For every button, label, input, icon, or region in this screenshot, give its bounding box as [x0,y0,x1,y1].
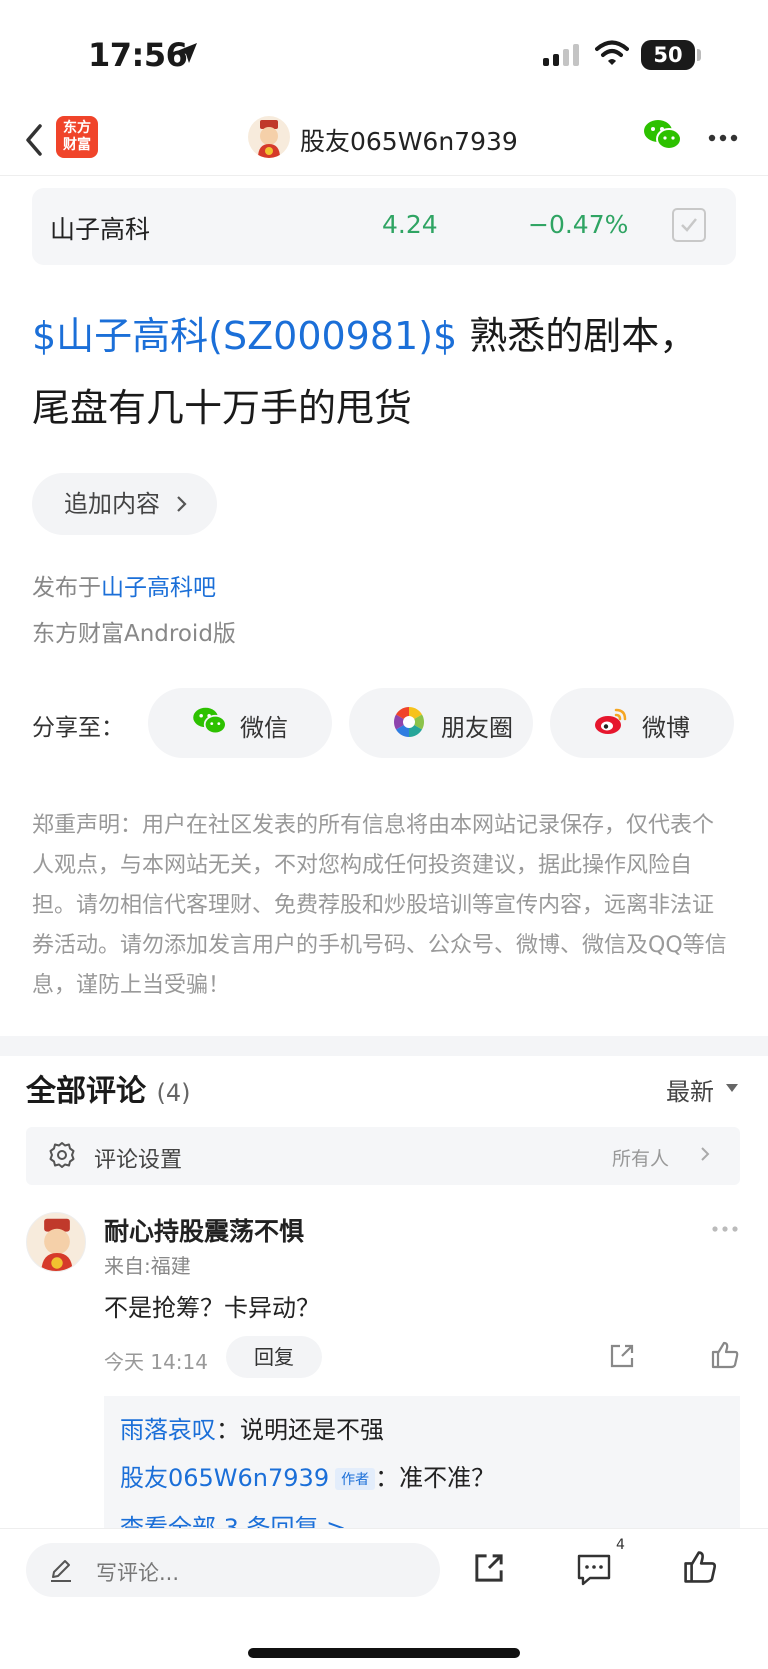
eastmoney-logo: 东方 财富 [56,116,98,158]
published-prefix: 发布于 [32,575,101,601]
nav-bar: 东方 财富 股友065W6n7939 [0,110,768,176]
stock-price: 4.24 [382,210,438,239]
status-time: 17:56 [88,36,188,74]
comments-count: (4) [156,1079,191,1107]
wechat-icon[interactable] [643,118,683,152]
avatar-figure-icon [41,1218,73,1271]
thumbs-up-icon[interactable] [710,1340,740,1370]
comment-settings-label: 评论设置 [94,1148,183,1173]
section-divider [0,1036,768,1056]
battery-indicator: 50 [641,40,695,70]
reply-separator: ： [216,1416,240,1444]
reply-item: 股友065W6n7939 作者 ：准不准？ [120,1458,495,1493]
share-moments-button[interactable]: 朋友圈 [349,688,533,758]
append-content-button[interactable]: 追加内容 [32,473,217,535]
comment-time: 今天 14:14 [104,1350,208,1374]
chevron-right-icon [701,1147,710,1161]
share-wechat-label: 微信 [240,714,288,742]
share-icon[interactable] [472,1551,506,1585]
share-wechat-button[interactable]: 微信 [148,688,332,758]
stock-quote-card[interactable]: 山子高科 4.24 −0.47% [32,188,736,265]
wechat-icon [193,707,227,735]
view-all-replies-link[interactable]: 查看全部 3 条回复 > [120,1508,346,1528]
stock-tag-link[interactable]: $山子高科(SZ000981)$ [32,314,457,358]
wifi-icon [595,40,629,65]
commenter-location: 来自:福建 [104,1254,191,1278]
thumbs-up-icon[interactable] [682,1549,718,1585]
post-source: 东方财富Android版 [32,621,236,647]
reply-separator: ： [375,1464,400,1492]
comment-placeholder: 写评论... [96,1561,180,1585]
chevron-left-icon[interactable] [22,120,46,160]
location-arrow-icon [177,43,197,63]
author-tag: 作者 [335,1468,376,1490]
commenter-avatar[interactable] [26,1212,86,1272]
home-indicator [248,1648,520,1658]
share-weibo-button[interactable]: 微博 [550,688,734,758]
reply-author[interactable]: 雨落哀叹 [120,1416,216,1444]
share-weibo-label: 微博 [642,714,690,742]
moments-icon [393,707,425,737]
avatar-figure-icon [258,120,280,158]
share-moments-label: 朋友圈 [441,714,513,742]
comment-settings-value: 所有人 [612,1148,670,1170]
stock-change: −0.47% [528,210,629,239]
reply-author[interactable]: 股友065W6n7939 [120,1464,329,1492]
chevron-right-icon [177,496,187,512]
more-horizontal-icon[interactable] [708,134,738,142]
cellular-signal-icon [543,44,579,66]
reply-item: 雨落哀叹：说明还是不强 [120,1410,384,1445]
caret-down-icon[interactable] [726,1084,738,1092]
weibo-icon [595,708,627,734]
logo-text-line-2: 财富 [63,137,91,153]
comments-header: 全部评论 (4) [26,1066,190,1110]
share-icon[interactable] [608,1342,636,1370]
published-in: 发布于山子高科吧 [32,568,216,602]
pencil-icon [51,1560,71,1582]
comments-title: 全部评论 [26,1074,146,1109]
battery-nub [697,49,701,61]
reply-text: 准不准？ [399,1464,496,1492]
stock-name: 山子高科 [50,215,151,244]
gear-icon [49,1142,75,1168]
commenter-name[interactable]: 耐心持股震荡不惧 [104,1212,304,1248]
sort-dropdown[interactable]: 最新 [666,1072,714,1107]
comment-text: 不是抢筹？卡异动？ [104,1294,320,1322]
nav-title: 股友065W6n7939 [300,127,518,156]
more-horizontal-icon[interactable] [712,1226,738,1232]
comment-count-badge: 4 [616,1537,625,1553]
author-avatar[interactable] [248,116,290,158]
forum-link[interactable]: 山子高科吧 [101,575,216,601]
share-label: 分享至： [32,715,124,741]
comment-input[interactable]: 写评论... [26,1543,440,1597]
post-content: $山子高科(SZ000981)$ 熟悉的剧本，尾盘有几十万手的甩货 [32,300,732,444]
comment-settings-row[interactable]: 评论设置 所有人 [26,1127,740,1185]
status-bar: 17:56 50 [0,0,768,110]
check-icon [681,218,697,232]
watchlist-checkbox[interactable] [672,208,706,242]
disclaimer-text: 郑重声明：用户在社区发表的所有信息将由本网站记录保存，仅代表个人观点，与本网站无… [32,813,727,998]
append-content-label: 追加内容 [64,490,160,518]
reply-button[interactable]: 回复 [226,1336,322,1378]
logo-text-line-1: 东方 [63,120,91,136]
reply-text: 说明还是不强 [240,1416,384,1444]
replies-box: 雨落哀叹：说明还是不强 股友065W6n7939 作者 ：准不准？ 查看全部 3 条… [104,1396,740,1528]
comment-bubble-icon[interactable] [576,1553,612,1587]
